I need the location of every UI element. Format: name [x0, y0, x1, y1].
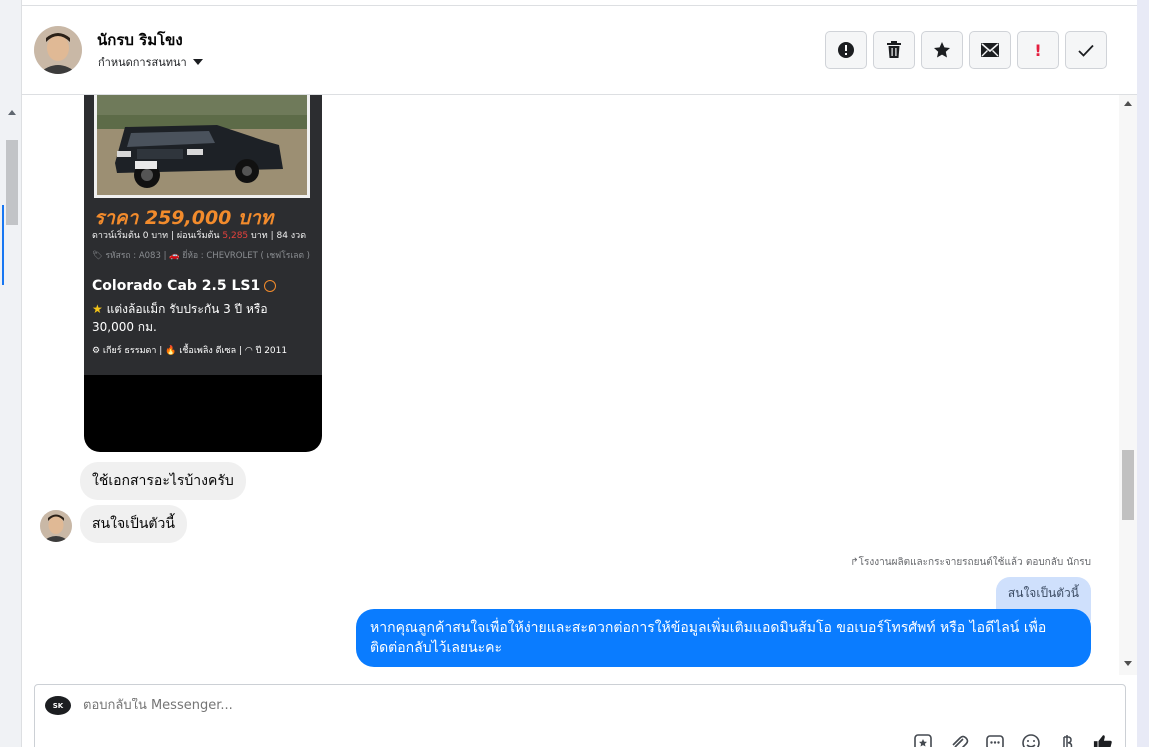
mark-spam-button[interactable]: [825, 31, 867, 69]
baht-payment-icon[interactable]: [1057, 733, 1077, 747]
caret-down-icon: [192, 59, 203, 65]
more-chat-icon[interactable]: [985, 733, 1005, 747]
scroll-up-arrow-icon[interactable]: [1124, 101, 1132, 106]
mark-done-button[interactable]: [1065, 31, 1107, 69]
avatar-photo-icon: [34, 26, 82, 74]
incoming-message[interactable]: ใช้เอกสารอะไรบ้างครับ: [80, 462, 246, 500]
thumbs-up-icon[interactable]: [1093, 733, 1113, 747]
car-model: Colorado Cab 2.5 LS1: [92, 278, 277, 294]
outgoing-message[interactable]: หากคุณลูกค้าสนใจเพื่อให้ง่ายและสะดวกต่อก…: [356, 609, 1091, 667]
selected-conversation-indicator: [2, 205, 4, 285]
follow-up-button[interactable]: !: [1017, 31, 1059, 69]
car-model-text: Colorado Cab 2.5 LS1: [92, 278, 261, 294]
car-specs: ⚙ เกียร์ ธรรมดา | 🔥 เชื้อเพลิง ดีเซล | ◠…: [92, 346, 288, 356]
reply-input[interactable]: [83, 698, 683, 713]
left-scrollbar-thumb[interactable]: [6, 140, 18, 225]
alert-circle-icon: [838, 42, 854, 58]
star-icon: ★: [92, 302, 107, 316]
incoming-message[interactable]: สนใจเป็นตัวนี้: [80, 505, 187, 543]
saved-reply-icon[interactable]: [913, 733, 933, 747]
car-code-brand: 🏷 รหัสรถ : A083 | 🚗 ยี่ห้อ : CHEVROLET (…: [92, 251, 310, 261]
car-listing-image-message[interactable]: ราคา 259,000 บาท ดาวน์เริ่มต้น 0 บาท | ผ…: [84, 95, 322, 452]
sender-avatar[interactable]: [40, 510, 72, 542]
message-thread[interactable]: ราคา 259,000 บาท ดาวน์เริ่มต้น 0 บาท | ผ…: [22, 95, 1137, 675]
conversation-toolbar: !: [825, 31, 1107, 69]
contact-avatar[interactable]: [34, 26, 82, 74]
trash-icon: [887, 41, 901, 58]
terms-suffix: บาท | 84 งวด: [248, 231, 307, 241]
terms-prefix: ดาวน์เริ่มต้น 0 บาท | ผ่อนเริ่มต้น: [92, 231, 223, 241]
car-feature-text: แต่งล้อแม็ก รับประกัน 3 ปี หรือ 30,000 ก…: [92, 302, 268, 334]
emoji-icon[interactable]: [1021, 733, 1041, 747]
car-feature: ★ แต่งล้อแม็ก รับประกัน 3 ปี หรือ 30,000…: [92, 300, 312, 336]
contact-name[interactable]: นักรบ ริมโขง: [97, 28, 183, 52]
checkmark-icon: [1078, 44, 1094, 57]
monthly-payment: 5,285: [222, 231, 249, 241]
left-panel-edge: [0, 0, 22, 747]
star-button[interactable]: [921, 31, 963, 69]
reply-context-label: ↱โรงงานผลิตและกระจายรถยนต์ใช้แล้ว ตอบกลั…: [850, 557, 1091, 568]
listing-panel: ราคา 259,000 บาท ดาวน์เริ่มต้น 0 บาท | ผ…: [84, 95, 322, 375]
delete-button[interactable]: [873, 31, 915, 69]
reply-composer: SK: [34, 684, 1126, 747]
thread-scrollbar-thumb[interactable]: [1122, 450, 1134, 520]
messenger-conversation-view: นักรบ ริมโขง กำหนดการสนทนา ! ราคา 259,00…: [0, 0, 1149, 747]
pickup-truck-icon: [97, 95, 307, 195]
avatar-photo-icon: [40, 510, 72, 542]
car-photo: [94, 95, 310, 198]
star-icon: [934, 42, 950, 58]
verified-check-icon: [264, 280, 277, 292]
payment-terms: ดาวน์เริ่มต้น 0 บาท | ผ่อนเริ่มต้น 5,285…: [92, 228, 306, 242]
envelope-icon: [981, 43, 999, 57]
conversation-header: นักรบ ริมโขง กำหนดการสนทนา !: [22, 6, 1137, 95]
scroll-down-arrow-icon[interactable]: [1124, 661, 1132, 666]
page-logo-icon: SK: [45, 696, 71, 715]
attachment-icon[interactable]: [949, 733, 969, 747]
assign-conversation-dropdown[interactable]: กำหนดการสนทนา: [98, 53, 203, 71]
composer-actions: [913, 733, 1113, 747]
right-panel-edge: [1137, 0, 1149, 747]
thread-scrollbar[interactable]: [1119, 95, 1137, 675]
assign-label: กำหนดการสนทนา: [98, 56, 187, 69]
scroll-up-arrow-icon[interactable]: [8, 110, 16, 115]
mark-unread-button[interactable]: [969, 31, 1011, 69]
exclamation-icon: !: [1034, 40, 1042, 60]
